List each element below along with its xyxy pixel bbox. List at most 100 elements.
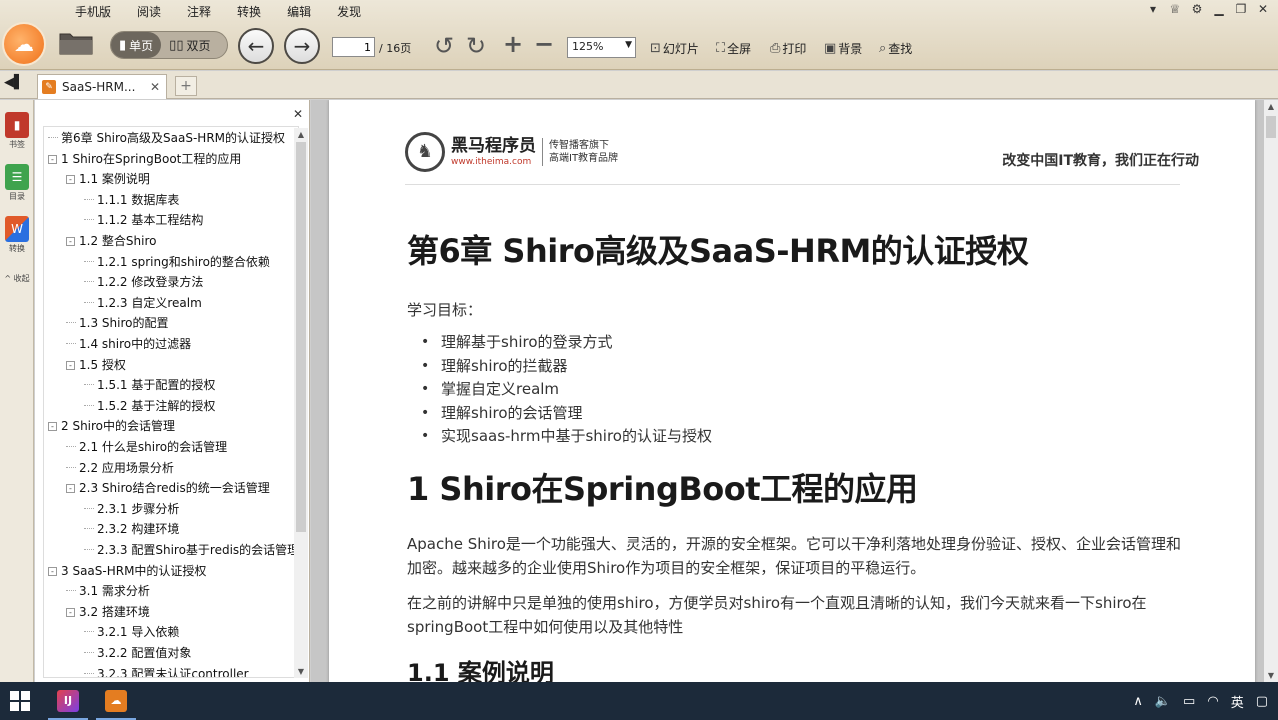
menu-mobile[interactable]: 手机版 bbox=[62, 0, 124, 22]
outline-item[interactable]: -1.2 整合Shiro bbox=[66, 231, 156, 251]
zoom-out-icon[interactable]: − bbox=[534, 30, 554, 58]
app-logo[interactable]: ☁ bbox=[2, 22, 46, 66]
document-scrollbar[interactable]: ▲ ▼ bbox=[1264, 100, 1278, 682]
outline-item[interactable]: 2.3.1 步骤分析 bbox=[84, 499, 179, 519]
rotate-left-icon[interactable]: ↺ bbox=[434, 32, 454, 60]
outline-item[interactable]: 2.2 应用场景分析 bbox=[66, 458, 174, 478]
outline-item-label: 2 Shiro中的会话管理 bbox=[61, 419, 176, 434]
outline-item[interactable]: 2.3.3 配置Shiro基于redis的会话管理 bbox=[84, 540, 298, 560]
outline-item[interactable]: 3.1 需求分析 bbox=[66, 581, 150, 601]
find-button[interactable]: ⌕ 查找 bbox=[879, 40, 912, 57]
close-button[interactable]: ✕ bbox=[1252, 0, 1274, 20]
page-number-input[interactable] bbox=[332, 37, 375, 57]
outline-item[interactable]: -2 Shiro中的会话管理 bbox=[48, 416, 175, 436]
collapse-toggle-icon[interactable]: - bbox=[66, 237, 75, 246]
outline-scroll-thumb[interactable] bbox=[296, 142, 306, 532]
outline-item[interactable]: 1.3 Shiro的配置 bbox=[66, 313, 168, 333]
tree-line bbox=[84, 631, 94, 633]
outline-item[interactable]: 第6章 Shiro高级及SaaS-HRM的认证授权 bbox=[48, 128, 285, 148]
battery-icon[interactable]: ▭ bbox=[1183, 694, 1195, 709]
rail-bookmarks[interactable]: ▮ 书签 bbox=[2, 112, 32, 150]
prev-page-button[interactable]: ← bbox=[238, 28, 274, 64]
list-item: 理解shiro的会话管理 bbox=[421, 402, 712, 426]
scroll-down-icon[interactable]: ▼ bbox=[1264, 671, 1278, 680]
volume-icon[interactable]: 🔈 bbox=[1155, 694, 1171, 709]
list-item: 理解shiro的拦截器 bbox=[421, 355, 712, 379]
rotate-right-icon[interactable]: ↻ bbox=[466, 32, 486, 60]
document-tab[interactable]: ✎ SaaS-HRM... ✕ bbox=[37, 74, 167, 99]
outline-item[interactable]: 2.3.2 构建环境 bbox=[84, 519, 179, 539]
single-page-button[interactable]: ▮ 单页 bbox=[111, 32, 162, 58]
notification-icon[interactable]: ▢ bbox=[1256, 694, 1268, 709]
zoom-in-icon[interactable]: + bbox=[503, 30, 523, 58]
collapse-toggle-icon[interactable]: - bbox=[48, 154, 57, 164]
print-button[interactable]: ⎙ 打印 bbox=[770, 40, 806, 57]
document-scroll-thumb[interactable] bbox=[1266, 116, 1276, 138]
header-divider bbox=[405, 184, 1180, 185]
taskbar-app-reader[interactable]: ☁ bbox=[96, 686, 136, 720]
scroll-up-icon[interactable]: ▲ bbox=[294, 130, 308, 139]
dropdown-icon[interactable]: ▾ bbox=[1142, 0, 1164, 20]
outline-item[interactable]: -1.1 案例说明 bbox=[66, 169, 150, 189]
zoom-select[interactable]: 125% ▼ bbox=[567, 37, 636, 58]
outline-item-label: 1.3 Shiro的配置 bbox=[79, 316, 169, 331]
single-page-icon: ▮ bbox=[119, 37, 127, 53]
convert-icon: W bbox=[5, 216, 29, 242]
menu-annotate[interactable]: 注释 bbox=[174, 0, 224, 22]
settings-icon[interactable]: ⚙ bbox=[1186, 0, 1208, 20]
collapse-toggle-icon[interactable]: - bbox=[48, 566, 57, 576]
outline-item[interactable]: 1.2.1 spring和shiro的整合依赖 bbox=[84, 252, 270, 272]
outline-item[interactable]: 2.1 什么是shiro的会话管理 bbox=[66, 437, 227, 457]
background-button[interactable]: ▣ 背景 bbox=[824, 40, 862, 57]
scroll-up-icon[interactable]: ▲ bbox=[1264, 102, 1278, 111]
menu-convert[interactable]: 转换 bbox=[224, 0, 274, 22]
outline-item[interactable]: 3.2.3 配置未认证controller bbox=[84, 664, 249, 677]
menu-read[interactable]: 阅读 bbox=[124, 0, 174, 22]
outline-item[interactable]: 1.2.3 自定义realm bbox=[84, 293, 202, 313]
collapse-toggle-icon[interactable]: - bbox=[66, 175, 75, 185]
outline-item-label: 1.2.2 修改登录方法 bbox=[97, 275, 204, 290]
outline-scrollbar[interactable]: ▲ ▼ bbox=[294, 128, 308, 678]
outline-item[interactable]: 1.4 shiro中的过滤器 bbox=[66, 334, 191, 354]
outline-item-label: 1.2.1 spring和shiro的整合依赖 bbox=[97, 254, 270, 269]
collapse-toggle-icon[interactable]: - bbox=[66, 607, 75, 617]
rail-convert[interactable]: W 转换 bbox=[2, 216, 32, 254]
new-tab-button[interactable]: + bbox=[175, 76, 197, 96]
double-page-button[interactable]: ▯▯ 双页 bbox=[161, 32, 218, 58]
outline-item[interactable]: 1.5.2 基于注解的授权 bbox=[84, 396, 215, 416]
tray-expand-icon[interactable]: ∧ bbox=[1133, 694, 1143, 709]
outline-item[interactable]: -2.3 Shiro结合redis的统一会话管理 bbox=[66, 478, 270, 498]
outline-close-icon[interactable]: ✕ bbox=[293, 107, 303, 121]
next-page-button[interactable]: → bbox=[284, 28, 320, 64]
outline-item[interactable]: 1.1.2 基本工程结构 bbox=[84, 210, 203, 230]
rail-collapse[interactable]: ^ 收起 bbox=[2, 272, 32, 284]
outline-item[interactable]: 3.2.1 导入依赖 bbox=[84, 622, 179, 642]
menu-discover[interactable]: 发现 bbox=[324, 0, 374, 22]
slideshow-button[interactable]: ⊡ 幻灯片 bbox=[650, 40, 699, 57]
menu-edit[interactable]: 编辑 bbox=[274, 0, 324, 22]
skin-icon[interactable]: ♕ bbox=[1164, 0, 1186, 20]
ime-indicator[interactable]: 英 bbox=[1231, 692, 1244, 711]
outline-item[interactable]: 3.2.2 配置值对象 bbox=[84, 643, 191, 663]
windows-start-icon[interactable] bbox=[10, 691, 30, 711]
outline-item[interactable]: 1.1.1 数据库表 bbox=[84, 190, 179, 210]
outline-item[interactable]: -1.5 授权 bbox=[66, 355, 126, 375]
outline-item[interactable]: -3 SaaS-HRM中的认证授权 bbox=[48, 561, 206, 581]
sidebar-toggle-button[interactable]: ◀▌ bbox=[4, 75, 24, 95]
rail-contents[interactable]: ☰ 目录 bbox=[2, 164, 32, 202]
collapse-toggle-icon[interactable]: - bbox=[66, 484, 75, 494]
open-folder-button[interactable] bbox=[58, 30, 94, 56]
maximize-button[interactable]: ❐ bbox=[1230, 0, 1252, 20]
fullscreen-button[interactable]: ⛶ 全屏 bbox=[716, 40, 751, 57]
outline-item[interactable]: -3.2 搭建环境 bbox=[66, 602, 150, 622]
network-icon[interactable]: ◠ bbox=[1207, 694, 1218, 709]
collapse-toggle-icon[interactable]: - bbox=[66, 360, 75, 370]
outline-item[interactable]: 1.5.1 基于配置的授权 bbox=[84, 375, 215, 395]
minimize-button[interactable]: ▁ bbox=[1208, 0, 1230, 20]
outline-item[interactable]: 1.2.2 修改登录方法 bbox=[84, 272, 203, 292]
scroll-down-icon[interactable]: ▼ bbox=[294, 667, 308, 676]
outline-item[interactable]: -1 Shiro在SpringBoot工程的应用 bbox=[48, 149, 241, 169]
collapse-toggle-icon[interactable]: - bbox=[48, 422, 57, 432]
tab-close-icon[interactable]: ✕ bbox=[150, 80, 160, 94]
taskbar-app-intellij[interactable]: IJ bbox=[48, 686, 88, 720]
